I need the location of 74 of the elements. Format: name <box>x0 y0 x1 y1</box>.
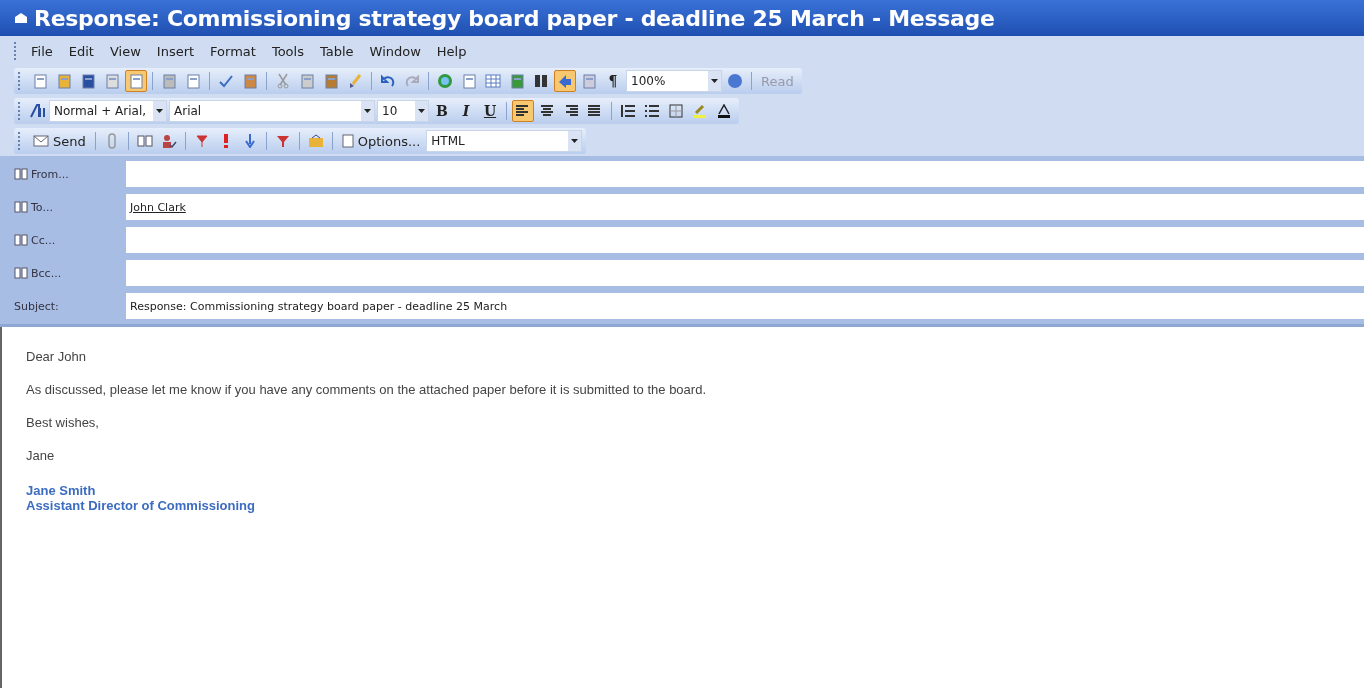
input-field[interactable] <box>126 227 1364 253</box>
address-button[interactable]: Cc... <box>31 233 56 247</box>
exclamation-icon <box>222 134 229 148</box>
book-icon <box>14 168 28 180</box>
options-button[interactable]: Options... <box>337 130 425 152</box>
italic-button[interactable]: I <box>455 100 477 122</box>
book-icon <box>14 267 28 279</box>
zoom-dropdown[interactable]: 100% <box>626 70 722 92</box>
window-title: Response: Commissioning strategy board paper - deadline 25 March - Message <box>34 5 995 31</box>
bold-button[interactable]: B <box>431 100 453 122</box>
arrow-drawing-icon <box>557 73 573 89</box>
undo-icon <box>380 74 396 88</box>
align-justify-icon <box>588 105 602 117</box>
down-arrow-icon <box>244 134 255 148</box>
menu-item[interactable]: Table <box>311 41 362 61</box>
signature-line: Assistant Director of Commissioning <box>26 498 256 513</box>
address-button[interactable]: From... <box>31 167 69 181</box>
input-field[interactable] <box>126 161 1364 187</box>
spelling-check-icon <box>218 73 234 89</box>
menu-item[interactable]: Insert <box>148 41 203 61</box>
body-paragraph: Best wishes, <box>26 415 100 430</box>
menu-item[interactable]: Help <box>428 41 475 61</box>
style-dropdown[interactable]: Normal + Arial, <box>49 100 167 122</box>
input-field[interactable]: Response: Commissioning strategy board paper - deadline 25 March <box>126 293 1364 319</box>
input-field[interactable]: John Clark <box>126 194 1364 220</box>
font-size-dropdown[interactable]: 10 <box>377 100 429 122</box>
menu-item[interactable]: Window <box>361 41 429 61</box>
body-paragraph: Dear John <box>26 349 87 364</box>
bulleted-list-icon <box>645 105 659 117</box>
send-button[interactable]: Send <box>29 130 90 152</box>
menu-item[interactable]: Tools <box>263 41 312 61</box>
flag-icon <box>194 134 209 148</box>
caret-icon <box>364 109 371 113</box>
highlighter-icon <box>693 104 707 118</box>
columns-icon <box>534 74 548 88</box>
underline-button[interactable]: U <box>479 100 501 122</box>
funnel-icon <box>276 135 289 147</box>
align-center-icon <box>540 105 554 117</box>
input-field[interactable] <box>126 260 1364 286</box>
redo-icon <box>404 74 420 88</box>
table-icon <box>485 74 501 88</box>
font-color-icon <box>717 104 731 118</box>
align-button[interactable] <box>512 100 534 122</box>
signature-line: Jane Smith <box>26 483 97 498</box>
menu-item[interactable]: View <box>101 41 149 61</box>
caret-icon <box>711 79 718 83</box>
align-right-icon <box>564 105 578 117</box>
menu-item[interactable]: Edit <box>60 41 102 61</box>
body-paragraph: Jane <box>26 448 56 463</box>
book-icon <box>14 201 28 213</box>
person-check-icon <box>160 133 177 149</box>
paperclip-icon <box>107 133 116 149</box>
font-dropdown[interactable]: Arial <box>169 100 375 122</box>
book-icon <box>136 134 153 148</box>
address-button[interactable]: Bcc... <box>31 266 62 280</box>
menu-item[interactable]: Format <box>202 41 264 61</box>
globe-icon <box>437 73 453 89</box>
book-icon <box>14 234 28 246</box>
field-label: Subject: <box>14 299 59 313</box>
brush-icon <box>347 73 363 89</box>
formatting-marks-button[interactable]: ¶ <box>602 70 624 92</box>
border-icon <box>669 104 683 118</box>
address-button[interactable]: To... <box>31 200 53 214</box>
align-left-icon <box>516 105 530 117</box>
numbered-list-icon <box>621 105 635 117</box>
message-body[interactable]: Dear John As discussed, please let me know if you have any comments on the attached paper before it is submitted to the board. Best wishes, Jane Jane Smith Assistant Director of Commissioning <box>0 327 1364 688</box>
styles-icon <box>29 103 47 119</box>
caret-icon <box>156 109 163 113</box>
scissors-icon <box>276 73 290 89</box>
menu-item[interactable]: File <box>23 41 61 61</box>
body-paragraph: As discussed, please let me know if you have any comments on the attached paper before it is submitted to the board. <box>26 382 707 397</box>
caret-icon <box>571 139 579 143</box>
caret-icon <box>418 109 425 113</box>
message-format-dropdown[interactable]: HTML <box>426 130 583 152</box>
